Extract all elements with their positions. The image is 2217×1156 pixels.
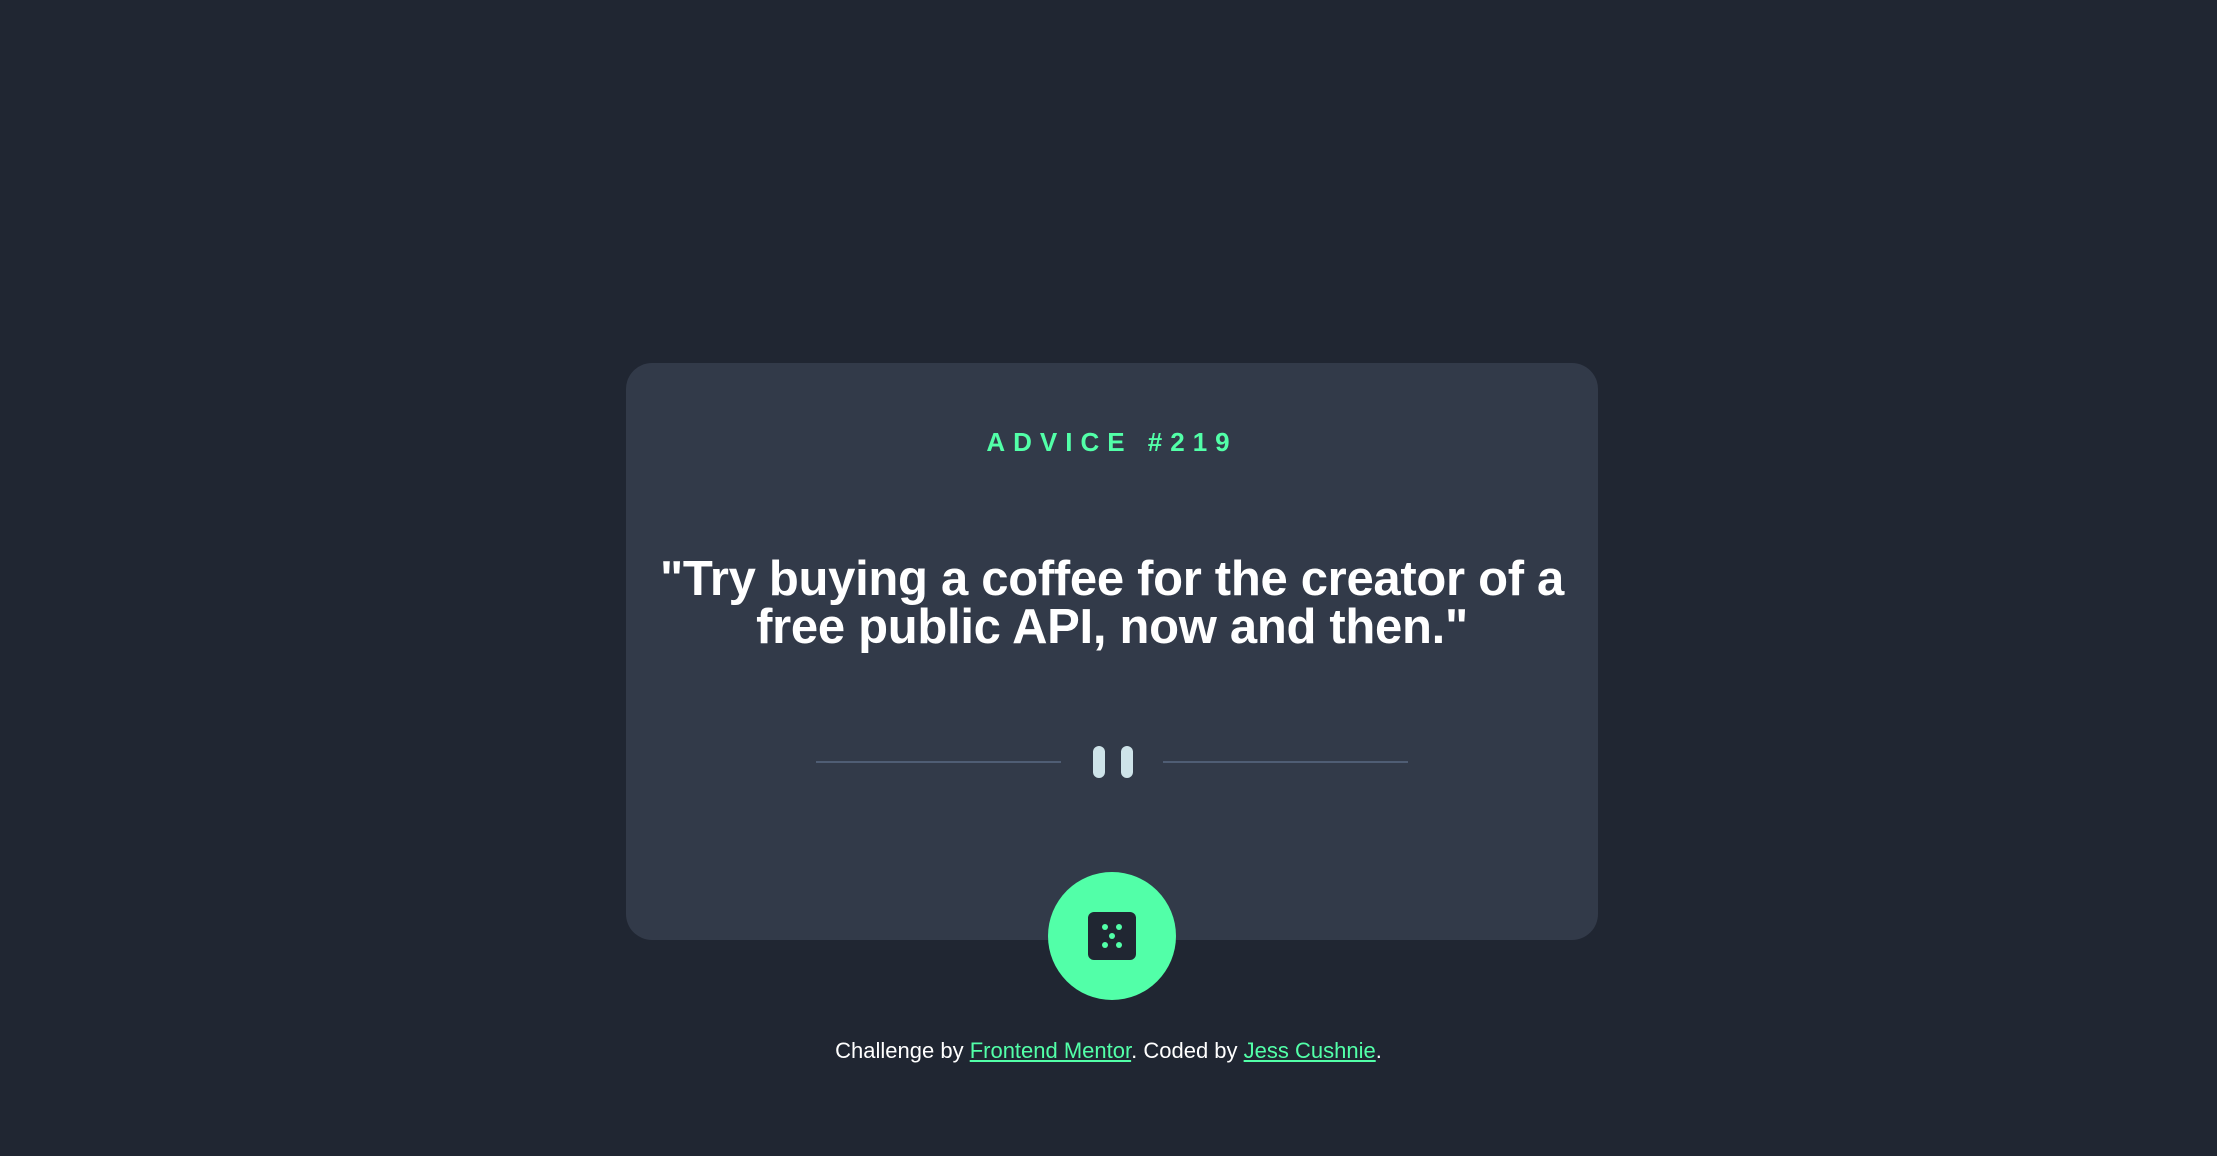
pause-bar-left bbox=[1093, 746, 1105, 778]
dice-pip bbox=[1109, 933, 1115, 939]
frontend-mentor-link[interactable]: Frontend Mentor bbox=[970, 1038, 1131, 1063]
dice-pip bbox=[1102, 942, 1108, 948]
advice-quote: "Try buying a coffee for the creator of … bbox=[659, 552, 1564, 654]
new-advice-button[interactable] bbox=[1048, 872, 1176, 1000]
pattern-divider bbox=[816, 742, 1408, 782]
dice-icon bbox=[1088, 912, 1136, 960]
footer-suffix: . bbox=[1375, 1038, 1382, 1063]
divider-line-right bbox=[1163, 761, 1408, 763]
dice-pip bbox=[1116, 942, 1122, 948]
dice-pip bbox=[1116, 924, 1122, 930]
pause-icon bbox=[1093, 746, 1133, 778]
author-link[interactable]: Jess Cushnie bbox=[1244, 1038, 1376, 1063]
footer-prefix: Challenge by bbox=[835, 1038, 970, 1063]
footer-middle: . Coded by bbox=[1131, 1038, 1244, 1063]
advice-id-heading: ADVICE #219 bbox=[986, 427, 1238, 457]
attribution-footer: Challenge by Frontend Mentor. Coded by J… bbox=[0, 1038, 2217, 1064]
advice-card: ADVICE #219 "Try buying a coffee for the… bbox=[626, 363, 1598, 940]
dice-pip bbox=[1102, 924, 1108, 930]
divider-line-left bbox=[816, 761, 1061, 763]
pause-bar-right bbox=[1121, 746, 1133, 778]
